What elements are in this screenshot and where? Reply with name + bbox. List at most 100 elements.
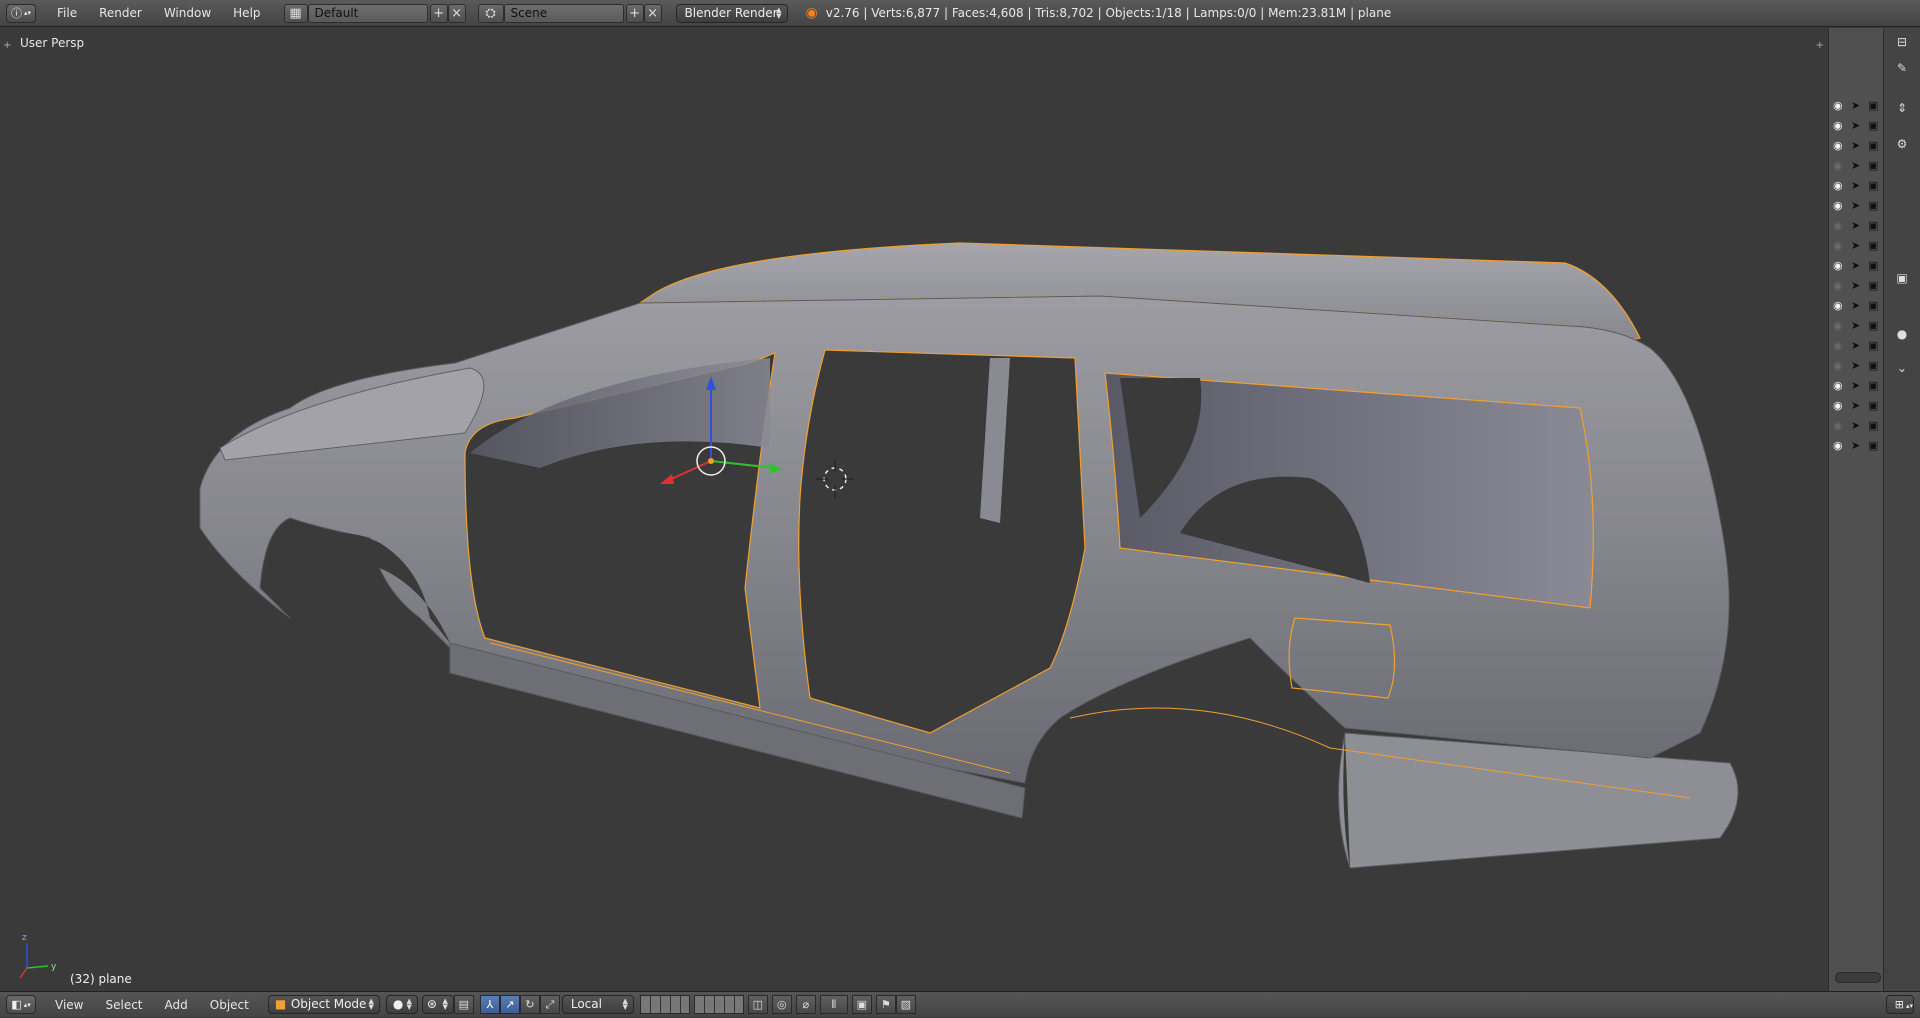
- limit-selection-icon[interactable]: ▤: [453, 995, 474, 1014]
- visibility-eye-icon[interactable]: ◉: [1833, 339, 1843, 352]
- visibility-eye-icon[interactable]: ◉: [1833, 199, 1843, 212]
- visibility-eye-icon[interactable]: ◉: [1833, 99, 1843, 112]
- renderable-camera-icon[interactable]: ▣: [1868, 339, 1878, 352]
- renderable-camera-icon[interactable]: ▣: [1868, 299, 1878, 312]
- renderable-camera-icon[interactable]: ▣: [1868, 99, 1878, 112]
- selectable-cursor-icon[interactable]: ➤: [1851, 319, 1860, 332]
- visibility-eye-icon[interactable]: ◉: [1833, 119, 1843, 132]
- animation-render-icon[interactable]: ▧: [895, 995, 916, 1014]
- renderable-camera-icon[interactable]: ▣: [1868, 159, 1878, 172]
- selectable-cursor-icon[interactable]: ➤: [1851, 119, 1860, 132]
- selectable-cursor-icon[interactable]: ➤: [1851, 419, 1860, 432]
- visibility-eye-icon[interactable]: ◉: [1833, 419, 1843, 432]
- editor-type-icon[interactable]: ⊟: [1891, 32, 1913, 52]
- renderable-camera-icon[interactable]: ▣: [1868, 259, 1878, 272]
- opengl-render-icon[interactable]: ▣: [851, 995, 872, 1014]
- renderable-camera-icon[interactable]: ▣: [1868, 139, 1878, 152]
- renderable-camera-icon[interactable]: ▣: [1868, 399, 1878, 412]
- car-body-model[interactable]: z y: [0, 28, 1828, 991]
- visibility-eye-icon[interactable]: ◉: [1833, 279, 1843, 292]
- selectable-cursor-icon[interactable]: ➤: [1851, 299, 1860, 312]
- selectable-cursor-icon[interactable]: ➤: [1851, 379, 1860, 392]
- scale-manipulator-icon[interactable]: ⤢: [539, 995, 560, 1014]
- proportional-edit-icon[interactable]: ◎: [771, 995, 792, 1014]
- scene-layers-group-1[interactable]: [639, 995, 690, 1014]
- renderable-camera-icon[interactable]: ▣: [1868, 119, 1878, 132]
- selectable-cursor-icon[interactable]: ➤: [1851, 279, 1860, 292]
- visibility-eye-icon[interactable]: ◉: [1833, 219, 1843, 232]
- selectable-cursor-icon[interactable]: ➤: [1851, 359, 1860, 372]
- delete-layout-icon[interactable]: ×: [447, 3, 466, 23]
- menu-add[interactable]: Add: [154, 992, 199, 1018]
- menu-select[interactable]: Select: [94, 992, 153, 1018]
- selectable-cursor-icon[interactable]: ➤: [1851, 259, 1860, 272]
- lock-layers-icon[interactable]: ◫: [747, 995, 768, 1014]
- renderable-camera-icon[interactable]: ▣: [1868, 419, 1878, 432]
- snap-element-icon[interactable]: ⫴: [819, 995, 848, 1014]
- visibility-eye-icon[interactable]: ◉: [1833, 159, 1843, 172]
- selectable-cursor-icon[interactable]: ➤: [1851, 339, 1860, 352]
- 3d-editor-type-button[interactable]: ◧ ▴▾: [6, 995, 36, 1014]
- renderable-camera-icon[interactable]: ▣: [1868, 359, 1878, 372]
- visibility-eye-icon[interactable]: ◉: [1833, 299, 1843, 312]
- add-scene-icon[interactable]: +: [625, 3, 644, 23]
- delete-scene-icon[interactable]: ×: [643, 3, 662, 23]
- snap-icon[interactable]: ⌀: [795, 995, 816, 1014]
- menu-window[interactable]: Window: [153, 0, 222, 27]
- object-props-icon[interactable]: ▣: [1891, 268, 1913, 288]
- transform-orientation-dropdown[interactable]: Local ▲ ▼: [561, 995, 634, 1014]
- pivot-point-dropdown[interactable]: ⊛ ▲ ▼: [421, 995, 454, 1014]
- visibility-eye-icon[interactable]: ◉: [1833, 379, 1843, 392]
- menu-render[interactable]: Render: [88, 0, 153, 27]
- viewport-shading-dropdown[interactable]: ● ▲ ▼: [385, 995, 418, 1014]
- visibility-eye-icon[interactable]: ◉: [1833, 359, 1843, 372]
- visibility-eye-icon[interactable]: ◉: [1833, 139, 1843, 152]
- selectable-cursor-icon[interactable]: ➤: [1851, 159, 1860, 172]
- scene-layers-group-2[interactable]: [693, 995, 744, 1014]
- renderable-camera-icon[interactable]: ▣: [1868, 379, 1878, 392]
- editor-type-button[interactable]: ⓘ ▴▾: [6, 3, 36, 23]
- object-data-icon[interactable]: ✎: [1891, 58, 1913, 78]
- visibility-eye-icon[interactable]: ◉: [1833, 179, 1843, 192]
- 3d-viewport[interactable]: User Persp + + z y (32) plane: [0, 28, 1828, 991]
- mode-dropdown[interactable]: ■ Object Mode ▲ ▼: [267, 995, 380, 1014]
- menu-view[interactable]: View: [44, 992, 94, 1018]
- properties-editor-type-button[interactable]: ⊞ ▴▾: [1885, 995, 1914, 1014]
- visibility-eye-icon[interactable]: ◉: [1833, 399, 1843, 412]
- renderable-camera-icon[interactable]: ▣: [1868, 279, 1878, 292]
- selectable-cursor-icon[interactable]: ➤: [1851, 179, 1860, 192]
- render-props-icon[interactable]: ⇕: [1891, 98, 1913, 118]
- collapse-icon[interactable]: ⌄: [1891, 358, 1913, 378]
- visibility-eye-icon[interactable]: ◉: [1833, 239, 1843, 252]
- screen-layout-icon[interactable]: ▦: [283, 3, 308, 23]
- camera-render-icon[interactable]: ⚑: [875, 995, 896, 1014]
- renderable-camera-icon[interactable]: ▣: [1868, 439, 1878, 452]
- selectable-cursor-icon[interactable]: ➤: [1851, 399, 1860, 412]
- translate-manipulator-icon[interactable]: ↗: [499, 995, 520, 1014]
- renderable-camera-icon[interactable]: ▣: [1868, 239, 1878, 252]
- menu-object[interactable]: Object: [199, 992, 260, 1018]
- selectable-cursor-icon[interactable]: ➤: [1851, 139, 1860, 152]
- visibility-eye-icon[interactable]: ◉: [1833, 439, 1843, 452]
- visibility-eye-icon[interactable]: ◉: [1833, 259, 1843, 272]
- renderable-camera-icon[interactable]: ▣: [1868, 219, 1878, 232]
- menu-file[interactable]: File: [46, 0, 88, 27]
- rotate-manipulator-icon[interactable]: ↻: [519, 995, 540, 1014]
- selectable-cursor-icon[interactable]: ➤: [1851, 99, 1860, 112]
- selectable-cursor-icon[interactable]: ➤: [1851, 239, 1860, 252]
- manipulator-toggle-icon[interactable]: ⅄: [479, 995, 500, 1014]
- selectable-cursor-icon[interactable]: ➤: [1851, 439, 1860, 452]
- scene-icon[interactable]: ⛭: [477, 3, 504, 23]
- renderable-camera-icon[interactable]: ▣: [1868, 199, 1878, 212]
- material-icon[interactable]: ●: [1891, 324, 1913, 344]
- render-engine-dropdown[interactable]: Blender Render ▲ ▼: [675, 3, 788, 23]
- selectable-cursor-icon[interactable]: ➤: [1851, 219, 1860, 232]
- outliner-scrollbar[interactable]: [1835, 972, 1881, 983]
- scene-field[interactable]: Scene: [503, 3, 624, 23]
- visibility-eye-icon[interactable]: ◉: [1833, 319, 1843, 332]
- selectable-cursor-icon[interactable]: ➤: [1851, 199, 1860, 212]
- screen-layout-field[interactable]: Default: [307, 3, 428, 23]
- menu-help[interactable]: Help: [222, 0, 271, 27]
- add-layout-icon[interactable]: +: [429, 3, 448, 23]
- renderable-camera-icon[interactable]: ▣: [1868, 319, 1878, 332]
